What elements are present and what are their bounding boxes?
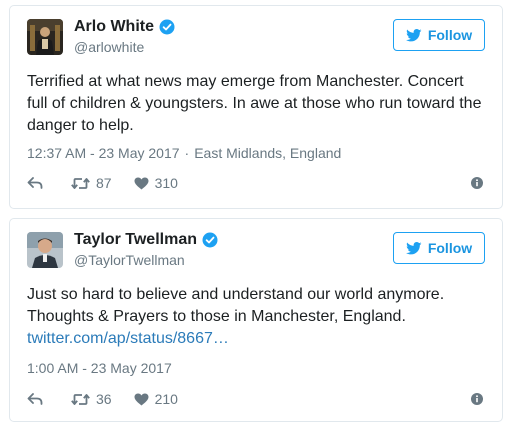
reply-icon xyxy=(27,177,43,189)
twitter-bird-icon xyxy=(405,241,422,255)
verified-icon xyxy=(202,232,218,248)
like-button[interactable]: 210 xyxy=(134,391,178,407)
retweet-count: 87 xyxy=(96,175,112,191)
info-icon xyxy=(471,393,483,405)
tweet-text-line: Just so hard to believe and understand o… xyxy=(27,286,445,303)
separator-dot: · xyxy=(184,145,190,161)
action-bar: 36 210 xyxy=(27,389,485,409)
follow-button[interactable]: Follow xyxy=(393,232,485,264)
retweet-icon xyxy=(71,177,90,189)
display-name[interactable]: Arlo White xyxy=(74,18,154,36)
tweet-meta: 12:37 AM - 23 May 2017 · East Midlands, En… xyxy=(27,145,341,161)
heart-icon xyxy=(134,177,149,189)
reply-button[interactable] xyxy=(27,393,45,405)
user-handle[interactable]: @arlowhite xyxy=(74,39,144,55)
tweet-text-line: full of children & youngsters. In awe at… xyxy=(27,95,482,112)
author-row: Taylor Twellman xyxy=(74,231,218,249)
author-row: Arlo White xyxy=(74,18,175,36)
timestamp[interactable]: 12:37 AM - 23 May 2017 xyxy=(27,145,180,161)
retweet-button[interactable]: 36 xyxy=(71,391,112,407)
tweet-text: Just so hard to believe and understand o… xyxy=(27,284,488,350)
retweet-button[interactable]: 87 xyxy=(71,175,112,191)
reply-button[interactable] xyxy=(27,177,45,189)
heart-icon xyxy=(134,393,149,405)
info-button[interactable] xyxy=(471,176,485,190)
follow-label: Follow xyxy=(427,240,473,256)
user-handle[interactable]: @TaylorTwellman xyxy=(74,252,185,268)
tweet-card: Taylor Twellman @TaylorTwellman Follow J… xyxy=(9,218,503,422)
like-count: 210 xyxy=(154,391,178,407)
tweet-text-line: Terrified at what news may emerge from M… xyxy=(27,73,464,90)
follow-label: Follow xyxy=(427,27,473,43)
tweet-text-line: danger to help. xyxy=(27,117,134,134)
tweet-card: Arlo White @arlowhite Follow Terrified a… xyxy=(9,5,503,209)
tweet-text-line: Thoughts & Prayers to those in Mancheste… xyxy=(27,308,406,325)
timestamp[interactable]: 1:00 AM - 23 May 2017 xyxy=(27,360,172,376)
info-icon xyxy=(471,177,483,189)
tweet-text: Terrified at what news may emerge from M… xyxy=(27,71,488,137)
retweet-count: 36 xyxy=(96,391,112,407)
retweet-icon xyxy=(71,393,90,405)
follow-button[interactable]: Follow xyxy=(393,19,485,51)
like-button[interactable]: 310 xyxy=(134,175,178,191)
like-count: 310 xyxy=(154,175,178,191)
avatar[interactable] xyxy=(27,19,63,55)
tweet-meta: 1:00 AM - 23 May 2017 xyxy=(27,360,172,376)
location[interactable]: East Midlands, England xyxy=(194,145,341,161)
avatar[interactable] xyxy=(27,232,63,268)
reply-icon xyxy=(27,393,43,405)
tweet-link[interactable]: twitter.com/ap/status/8667… xyxy=(27,328,488,350)
info-button[interactable] xyxy=(471,392,485,406)
action-bar: 87 310 xyxy=(27,173,485,193)
twitter-bird-icon xyxy=(405,28,422,42)
verified-icon xyxy=(159,19,175,35)
display-name[interactable]: Taylor Twellman xyxy=(74,231,197,249)
